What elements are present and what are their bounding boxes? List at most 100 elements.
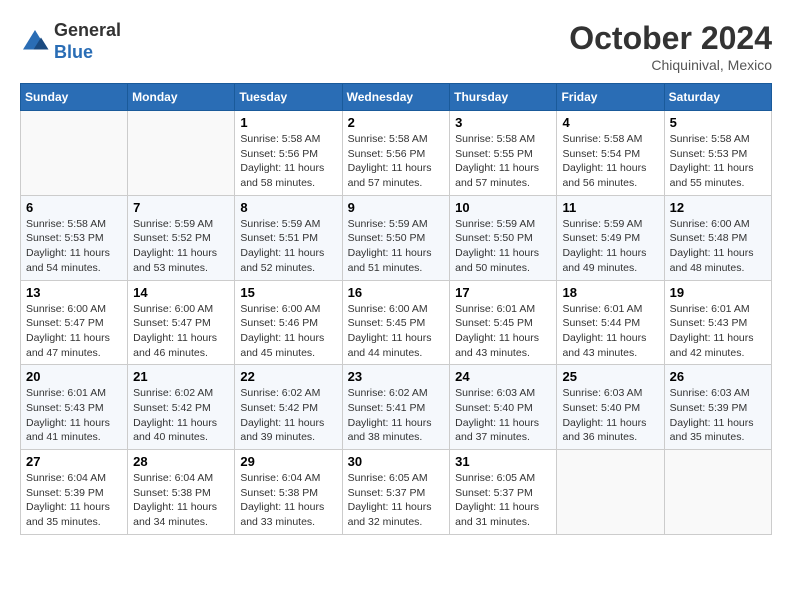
cell-info: Sunrise: 6:02 AMSunset: 5:41 PMDaylight:…	[348, 387, 432, 443]
day-number: 24	[455, 369, 551, 384]
cell-info: Sunrise: 6:00 AMSunset: 5:46 PMDaylight:…	[240, 303, 324, 359]
table-row: 5 Sunrise: 5:58 AMSunset: 5:53 PMDayligh…	[664, 111, 771, 196]
title-block: October 2024 Chiquinival, Mexico	[569, 20, 772, 73]
table-row: 9 Sunrise: 5:59 AMSunset: 5:50 PMDayligh…	[342, 195, 450, 280]
day-number: 6	[26, 200, 122, 215]
col-tuesday: Tuesday	[235, 84, 342, 111]
cell-info: Sunrise: 6:05 AMSunset: 5:37 PMDaylight:…	[348, 472, 432, 528]
cell-info: Sunrise: 6:03 AMSunset: 5:39 PMDaylight:…	[670, 387, 754, 443]
table-row	[128, 111, 235, 196]
table-row: 25 Sunrise: 6:03 AMSunset: 5:40 PMDaylig…	[557, 365, 664, 450]
cell-info: Sunrise: 6:02 AMSunset: 5:42 PMDaylight:…	[240, 387, 324, 443]
day-number: 13	[26, 285, 122, 300]
cell-info: Sunrise: 6:03 AMSunset: 5:40 PMDaylight:…	[562, 387, 646, 443]
cell-info: Sunrise: 6:04 AMSunset: 5:38 PMDaylight:…	[240, 472, 324, 528]
cell-info: Sunrise: 6:05 AMSunset: 5:37 PMDaylight:…	[455, 472, 539, 528]
day-number: 25	[562, 369, 658, 384]
day-number: 21	[133, 369, 229, 384]
table-row: 8 Sunrise: 5:59 AMSunset: 5:51 PMDayligh…	[235, 195, 342, 280]
table-row	[557, 450, 664, 535]
table-row: 7 Sunrise: 5:59 AMSunset: 5:52 PMDayligh…	[128, 195, 235, 280]
logo-line2: Blue	[54, 42, 121, 64]
table-row: 14 Sunrise: 6:00 AMSunset: 5:47 PMDaylig…	[128, 280, 235, 365]
day-number: 3	[455, 115, 551, 130]
cell-info: Sunrise: 5:58 AMSunset: 5:55 PMDaylight:…	[455, 133, 539, 189]
cell-info: Sunrise: 6:01 AMSunset: 5:43 PMDaylight:…	[670, 303, 754, 359]
day-number: 11	[562, 200, 658, 215]
day-number: 30	[348, 454, 445, 469]
day-number: 4	[562, 115, 658, 130]
table-row: 15 Sunrise: 6:00 AMSunset: 5:46 PMDaylig…	[235, 280, 342, 365]
table-row: 10 Sunrise: 5:59 AMSunset: 5:50 PMDaylig…	[450, 195, 557, 280]
table-row: 16 Sunrise: 6:00 AMSunset: 5:45 PMDaylig…	[342, 280, 450, 365]
col-thursday: Thursday	[450, 84, 557, 111]
table-row: 3 Sunrise: 5:58 AMSunset: 5:55 PMDayligh…	[450, 111, 557, 196]
day-number: 7	[133, 200, 229, 215]
day-number: 15	[240, 285, 336, 300]
day-number: 16	[348, 285, 445, 300]
day-number: 22	[240, 369, 336, 384]
day-number: 20	[26, 369, 122, 384]
day-number: 29	[240, 454, 336, 469]
day-number: 17	[455, 285, 551, 300]
col-wednesday: Wednesday	[342, 84, 450, 111]
cell-info: Sunrise: 6:00 AMSunset: 5:47 PMDaylight:…	[133, 303, 217, 359]
day-number: 2	[348, 115, 445, 130]
table-row: 24 Sunrise: 6:03 AMSunset: 5:40 PMDaylig…	[450, 365, 557, 450]
cell-info: Sunrise: 5:59 AMSunset: 5:50 PMDaylight:…	[348, 218, 432, 274]
table-row: 28 Sunrise: 6:04 AMSunset: 5:38 PMDaylig…	[128, 450, 235, 535]
cell-info: Sunrise: 5:58 AMSunset: 5:53 PMDaylight:…	[670, 133, 754, 189]
logo-icon	[20, 27, 50, 57]
day-number: 8	[240, 200, 336, 215]
day-number: 19	[670, 285, 766, 300]
calendar-table: Sunday Monday Tuesday Wednesday Thursday…	[20, 83, 772, 535]
table-row: 17 Sunrise: 6:01 AMSunset: 5:45 PMDaylig…	[450, 280, 557, 365]
logo-line1: General	[54, 20, 121, 42]
cell-info: Sunrise: 6:00 AMSunset: 5:48 PMDaylight:…	[670, 218, 754, 274]
cell-info: Sunrise: 6:02 AMSunset: 5:42 PMDaylight:…	[133, 387, 217, 443]
cell-info: Sunrise: 5:59 AMSunset: 5:50 PMDaylight:…	[455, 218, 539, 274]
col-monday: Monday	[128, 84, 235, 111]
table-row: 1 Sunrise: 5:58 AMSunset: 5:56 PMDayligh…	[235, 111, 342, 196]
table-row	[664, 450, 771, 535]
table-row: 19 Sunrise: 6:01 AMSunset: 5:43 PMDaylig…	[664, 280, 771, 365]
cell-info: Sunrise: 6:03 AMSunset: 5:40 PMDaylight:…	[455, 387, 539, 443]
table-row: 23 Sunrise: 6:02 AMSunset: 5:41 PMDaylig…	[342, 365, 450, 450]
cell-info: Sunrise: 5:58 AMSunset: 5:56 PMDaylight:…	[240, 133, 324, 189]
day-number: 31	[455, 454, 551, 469]
table-row: 30 Sunrise: 6:05 AMSunset: 5:37 PMDaylig…	[342, 450, 450, 535]
table-row: 2 Sunrise: 5:58 AMSunset: 5:56 PMDayligh…	[342, 111, 450, 196]
day-number: 18	[562, 285, 658, 300]
cell-info: Sunrise: 5:58 AMSunset: 5:56 PMDaylight:…	[348, 133, 432, 189]
day-number: 10	[455, 200, 551, 215]
cell-info: Sunrise: 5:59 AMSunset: 5:52 PMDaylight:…	[133, 218, 217, 274]
cell-info: Sunrise: 6:00 AMSunset: 5:47 PMDaylight:…	[26, 303, 110, 359]
page-header: General Blue October 2024 Chiquinival, M…	[20, 20, 772, 73]
month-title: October 2024	[569, 20, 772, 57]
table-row: 27 Sunrise: 6:04 AMSunset: 5:39 PMDaylig…	[21, 450, 128, 535]
day-number: 27	[26, 454, 122, 469]
calendar-body: 1 Sunrise: 5:58 AMSunset: 5:56 PMDayligh…	[21, 111, 772, 535]
col-saturday: Saturday	[664, 84, 771, 111]
cell-info: Sunrise: 5:58 AMSunset: 5:53 PMDaylight:…	[26, 218, 110, 274]
table-row: 11 Sunrise: 5:59 AMSunset: 5:49 PMDaylig…	[557, 195, 664, 280]
cell-info: Sunrise: 6:01 AMSunset: 5:45 PMDaylight:…	[455, 303, 539, 359]
day-number: 26	[670, 369, 766, 384]
logo: General Blue	[20, 20, 121, 63]
day-number: 1	[240, 115, 336, 130]
table-row: 6 Sunrise: 5:58 AMSunset: 5:53 PMDayligh…	[21, 195, 128, 280]
col-sunday: Sunday	[21, 84, 128, 111]
table-row: 13 Sunrise: 6:00 AMSunset: 5:47 PMDaylig…	[21, 280, 128, 365]
location: Chiquinival, Mexico	[569, 57, 772, 73]
cell-info: Sunrise: 5:59 AMSunset: 5:51 PMDaylight:…	[240, 218, 324, 274]
table-row: 12 Sunrise: 6:00 AMSunset: 5:48 PMDaylig…	[664, 195, 771, 280]
table-row: 22 Sunrise: 6:02 AMSunset: 5:42 PMDaylig…	[235, 365, 342, 450]
cell-info: Sunrise: 5:59 AMSunset: 5:49 PMDaylight:…	[562, 218, 646, 274]
day-number: 5	[670, 115, 766, 130]
day-number: 28	[133, 454, 229, 469]
table-row: 31 Sunrise: 6:05 AMSunset: 5:37 PMDaylig…	[450, 450, 557, 535]
table-row: 29 Sunrise: 6:04 AMSunset: 5:38 PMDaylig…	[235, 450, 342, 535]
table-row: 20 Sunrise: 6:01 AMSunset: 5:43 PMDaylig…	[21, 365, 128, 450]
day-number: 9	[348, 200, 445, 215]
cell-info: Sunrise: 5:58 AMSunset: 5:54 PMDaylight:…	[562, 133, 646, 189]
